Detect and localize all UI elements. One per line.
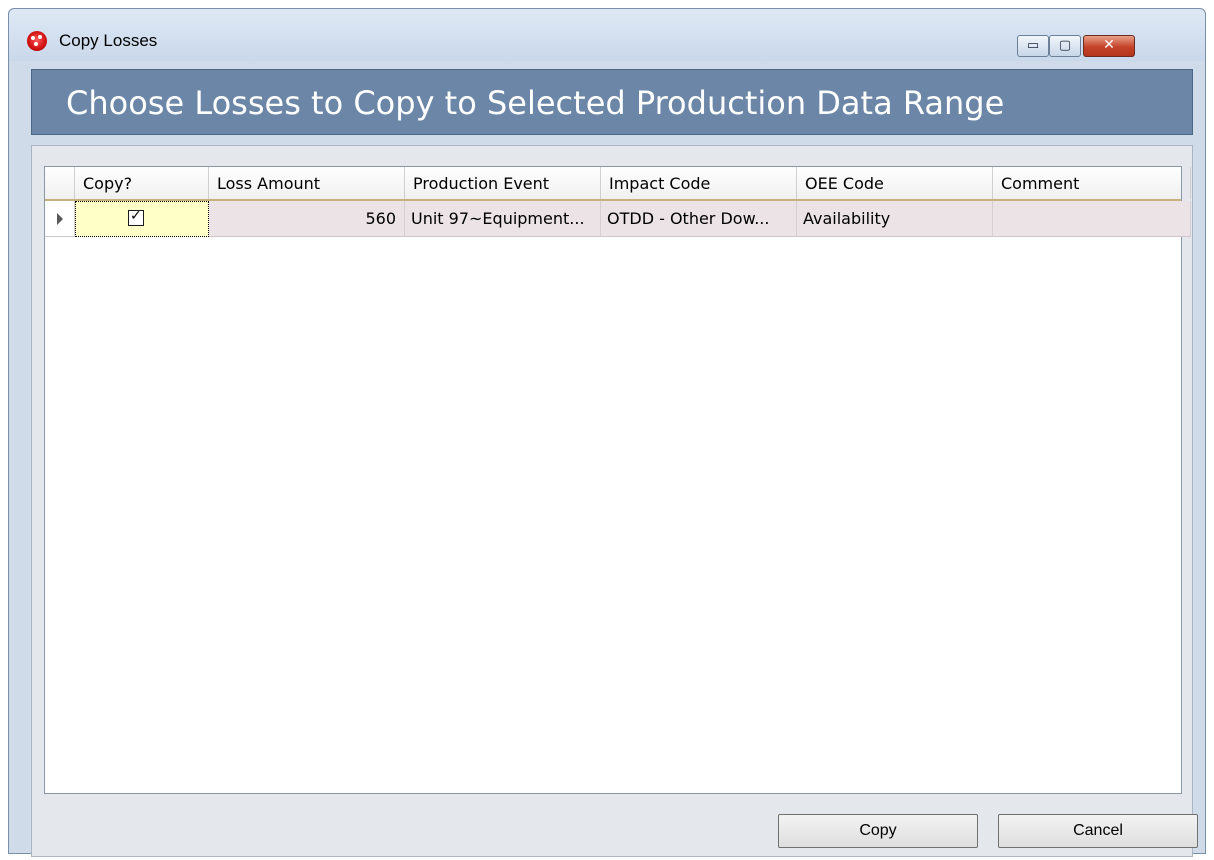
close-icon: ✕ — [1103, 37, 1115, 53]
copy-checkbox[interactable]: ✓ — [128, 208, 144, 226]
minimize-button[interactable]: ▭ — [1017, 35, 1049, 57]
window-title: Copy Losses — [59, 31, 158, 50]
column-header-copy[interactable]: Copy? — [75, 167, 209, 199]
header-banner: Choose Losses to Copy to Selected Produc… — [31, 69, 1193, 135]
loss-amount-cell[interactable]: 560 — [209, 201, 405, 237]
maximize-icon: ▢ — [1058, 38, 1072, 53]
comment-cell[interactable] — [993, 201, 1191, 237]
current-row-arrow-icon — [57, 213, 63, 225]
losses-grid[interactable]: Copy? Loss Amount Production Event Impac… — [44, 166, 1191, 794]
oee-code-cell[interactable]: Availability — [797, 201, 993, 237]
header-title: Choose Losses to Copy to Selected Produc… — [66, 84, 1005, 122]
production-event-cell[interactable]: Unit 97~Equipment... — [405, 201, 601, 237]
app-icon — [27, 31, 47, 51]
column-header-production-event[interactable]: Production Event — [405, 167, 601, 199]
table-row[interactable]: ✓ 560 Unit 97~Equipment... OTDD - Other … — [45, 201, 1195, 237]
column-header-oee-code[interactable]: OEE Code — [797, 167, 993, 199]
impact-code-cell[interactable]: OTDD - Other Dow... — [601, 201, 797, 237]
row-selector[interactable] — [45, 201, 75, 237]
title-bar[interactable]: Copy Losses ▭ ▢ ✕ — [9, 9, 1205, 61]
column-header-impact-code[interactable]: Impact Code — [601, 167, 797, 199]
cancel-button[interactable]: Cancel — [998, 814, 1198, 848]
grid-header: Copy? Loss Amount Production Event Impac… — [45, 167, 1191, 201]
checkmark-icon: ✓ — [130, 208, 142, 224]
copy-button[interactable]: Copy — [778, 814, 978, 848]
copy-losses-window: Copy Losses ▭ ▢ ✕ Choose Losses to Copy … — [8, 8, 1206, 857]
column-header-comment[interactable]: Comment — [993, 167, 1191, 199]
content-panel: Copy? Loss Amount Production Event Impac… — [31, 145, 1198, 857]
minimize-icon: ▭ — [1026, 38, 1040, 53]
row-header-column — [45, 167, 75, 199]
column-header-loss-amount[interactable]: Loss Amount — [209, 167, 405, 199]
maximize-button[interactable]: ▢ — [1049, 35, 1081, 57]
copy-cell[interactable]: ✓ — [75, 201, 209, 237]
close-button[interactable]: ✕ — [1083, 35, 1135, 57]
